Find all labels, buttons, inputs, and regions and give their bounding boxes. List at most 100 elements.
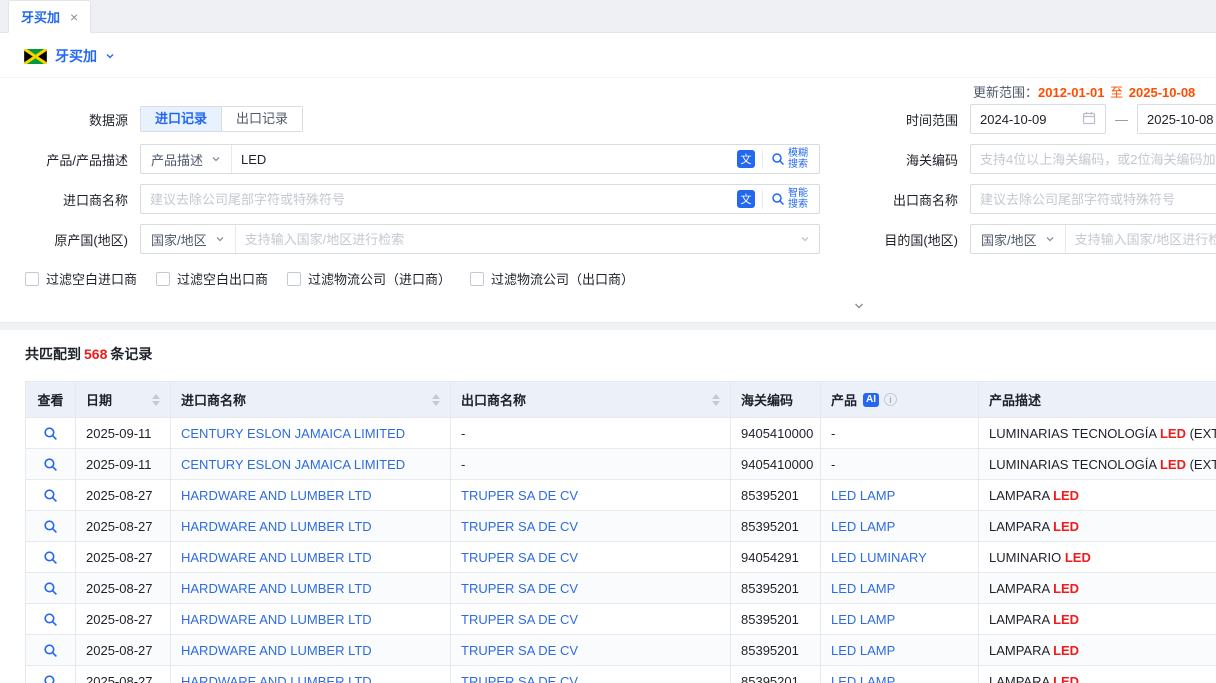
view-detail-button[interactable] [43, 488, 58, 503]
import-records-tab[interactable]: 进口记录 [141, 107, 221, 131]
chevron-down-icon[interactable] [800, 234, 819, 244]
table-header-row: 查看 日期 进口商名称 出口商名称 海关编码 产品AIi 产品描述 [26, 382, 1216, 418]
desc-pre: LAMPARA [989, 612, 1053, 627]
table-row: 2025-08-27 HARDWARE AND LUMBER LTD TRUPE… [26, 542, 1216, 573]
product-link[interactable]: LED LAMP [831, 581, 895, 596]
product-field-select[interactable]: 产品描述 [141, 145, 232, 173]
exporter-link[interactable]: TRUPER SA DE CV [461, 674, 578, 683]
row-description: LAMPARA LED [979, 666, 1216, 683]
search-icon [771, 192, 785, 206]
view-detail-button[interactable] [43, 457, 58, 472]
hs-code-label: 海关编码 [820, 150, 970, 169]
col-exporter[interactable]: 出口商名称 [451, 382, 731, 418]
update-range: 更新范围：2012-01-01 至 2025-10-08 [973, 82, 1195, 101]
filter-checkbox-empty-importer[interactable]: 过滤空白进口商 [25, 269, 137, 288]
destination-region-select[interactable]: 国家/地区 [971, 225, 1066, 253]
importer-link[interactable]: HARDWARE AND LUMBER LTD [181, 550, 372, 565]
checkbox[interactable] [156, 272, 170, 286]
view-detail-button[interactable] [43, 674, 58, 683]
filter-panel: 更新范围：2012-01-01 至 2025-10-08 数据源 进口记录 出口… [0, 78, 1216, 322]
destination-country-input[interactable] [1066, 225, 1216, 253]
desc-highlight: LED [1053, 612, 1079, 627]
view-detail-button[interactable] [43, 519, 58, 534]
start-date-input[interactable]: 2024-10-09 [970, 104, 1106, 134]
destination-input-group: 国家/地区 [970, 224, 1216, 254]
info-icon[interactable]: i [884, 393, 897, 406]
update-range-start: 2012-01-01 [1038, 85, 1105, 100]
tab-close-icon[interactable]: × [70, 10, 78, 24]
product-link[interactable]: LED LAMP [831, 674, 895, 683]
importer-link[interactable]: HARDWARE AND LUMBER LTD [181, 643, 372, 658]
importer-link[interactable]: HARDWARE AND LUMBER LTD [181, 519, 372, 534]
search-icon [43, 550, 58, 565]
product-link[interactable]: LED LAMP [831, 519, 895, 534]
importer-name-label: 进口商名称 [0, 190, 140, 209]
exporter-cell: TRUPER SA DE CV [451, 635, 731, 666]
product-cell: - [821, 418, 979, 449]
country-chevron-down-icon[interactable] [105, 51, 115, 61]
exporter-link[interactable]: TRUPER SA DE CV [461, 488, 578, 503]
importer-link[interactable]: CENTURY ESLON JAMAICA LIMITED [181, 426, 405, 441]
row-description: LAMPARA LED [979, 635, 1216, 666]
checkbox[interactable] [287, 272, 301, 286]
collapse-panel-button[interactable] [845, 298, 873, 314]
exporter-link[interactable]: TRUPER SA DE CV [461, 643, 578, 658]
checkbox[interactable] [470, 272, 484, 286]
end-date-input[interactable]: 2025-10-08 [1137, 104, 1216, 134]
col-hs-code: 海关编码 [731, 382, 821, 418]
table-row: 2025-09-11 CENTURY ESLON JAMAICA LIMITED… [26, 449, 1216, 480]
product-label: 产品/产品描述 [0, 150, 140, 169]
view-detail-button[interactable] [43, 550, 58, 565]
row-date: 2025-08-27 [76, 604, 171, 635]
exporter-cell: TRUPER SA DE CV [451, 666, 731, 683]
view-detail-button[interactable] [43, 426, 58, 441]
product-search-input[interactable] [232, 145, 737, 173]
desc-post: (EXT... [1186, 426, 1216, 441]
exporter-link[interactable]: TRUPER SA DE CV [461, 612, 578, 627]
filter-checkbox-empty-exporter[interactable]: 过滤空白出口商 [156, 269, 268, 288]
col-date[interactable]: 日期 [76, 382, 171, 418]
view-detail-button[interactable] [43, 643, 58, 658]
col-importer[interactable]: 进口商名称 [171, 382, 451, 418]
view-detail-button[interactable] [43, 612, 58, 627]
importer-link[interactable]: HARDWARE AND LUMBER LTD [181, 674, 372, 683]
origin-country-input[interactable] [236, 225, 800, 253]
origin-region-select[interactable]: 国家/地区 [141, 225, 236, 253]
search-icon [43, 457, 58, 472]
sort-icon[interactable] [152, 394, 160, 406]
exporter-link[interactable]: TRUPER SA DE CV [461, 581, 578, 596]
filter-checkbox-logistics-exporter[interactable]: 过滤物流公司（出口商） [470, 269, 634, 288]
importer-link[interactable]: HARDWARE AND LUMBER LTD [181, 612, 372, 627]
translate-icon[interactable]: 文 [737, 190, 755, 208]
product-link[interactable]: LED LAMP [831, 488, 895, 503]
hs-code-input[interactable] [970, 144, 1216, 174]
data-source-toggle: 进口记录 出口记录 [140, 106, 303, 132]
export-records-tab[interactable]: 出口记录 [221, 107, 302, 131]
table-row: 2025-08-27 HARDWARE AND LUMBER LTD TRUPE… [26, 666, 1216, 683]
product-cell: LED LUMINARY [821, 542, 979, 573]
exporter-link[interactable]: TRUPER SA DE CV [461, 519, 578, 534]
exporter-link[interactable]: TRUPER SA DE CV [461, 550, 578, 565]
smart-search-button[interactable]: 智能搜索 [762, 189, 811, 209]
product-link[interactable]: LED LAMP [831, 612, 895, 627]
checkbox[interactable] [25, 272, 39, 286]
importer-link[interactable]: HARDWARE AND LUMBER LTD [181, 581, 372, 596]
product-link[interactable]: LED LUMINARY [831, 550, 927, 565]
origin-input-group: 国家/地区 [140, 224, 820, 254]
sort-icon[interactable] [712, 394, 720, 406]
view-detail-button[interactable] [43, 581, 58, 596]
exporter-name-input[interactable] [970, 184, 1216, 214]
product-link[interactable]: LED LAMP [831, 643, 895, 658]
importer-link[interactable]: CENTURY ESLON JAMAICA LIMITED [181, 457, 405, 472]
tab-title: 牙买加 [21, 7, 60, 26]
results-summary: 共匹配到568条记录 [25, 344, 1216, 364]
importer-link[interactable]: HARDWARE AND LUMBER LTD [181, 488, 372, 503]
translate-icon[interactable]: 文 [737, 150, 755, 168]
tab-jamaica[interactable]: 牙买加 × [8, 0, 91, 33]
country-name[interactable]: 牙买加 [55, 46, 97, 66]
exporter-cell: - [451, 449, 731, 480]
filter-checkbox-logistics-importer[interactable]: 过滤物流公司（进口商） [287, 269, 451, 288]
fuzzy-search-button[interactable]: 模糊搜索 [762, 149, 811, 169]
sort-icon[interactable] [432, 394, 440, 406]
importer-name-input[interactable] [141, 185, 737, 213]
